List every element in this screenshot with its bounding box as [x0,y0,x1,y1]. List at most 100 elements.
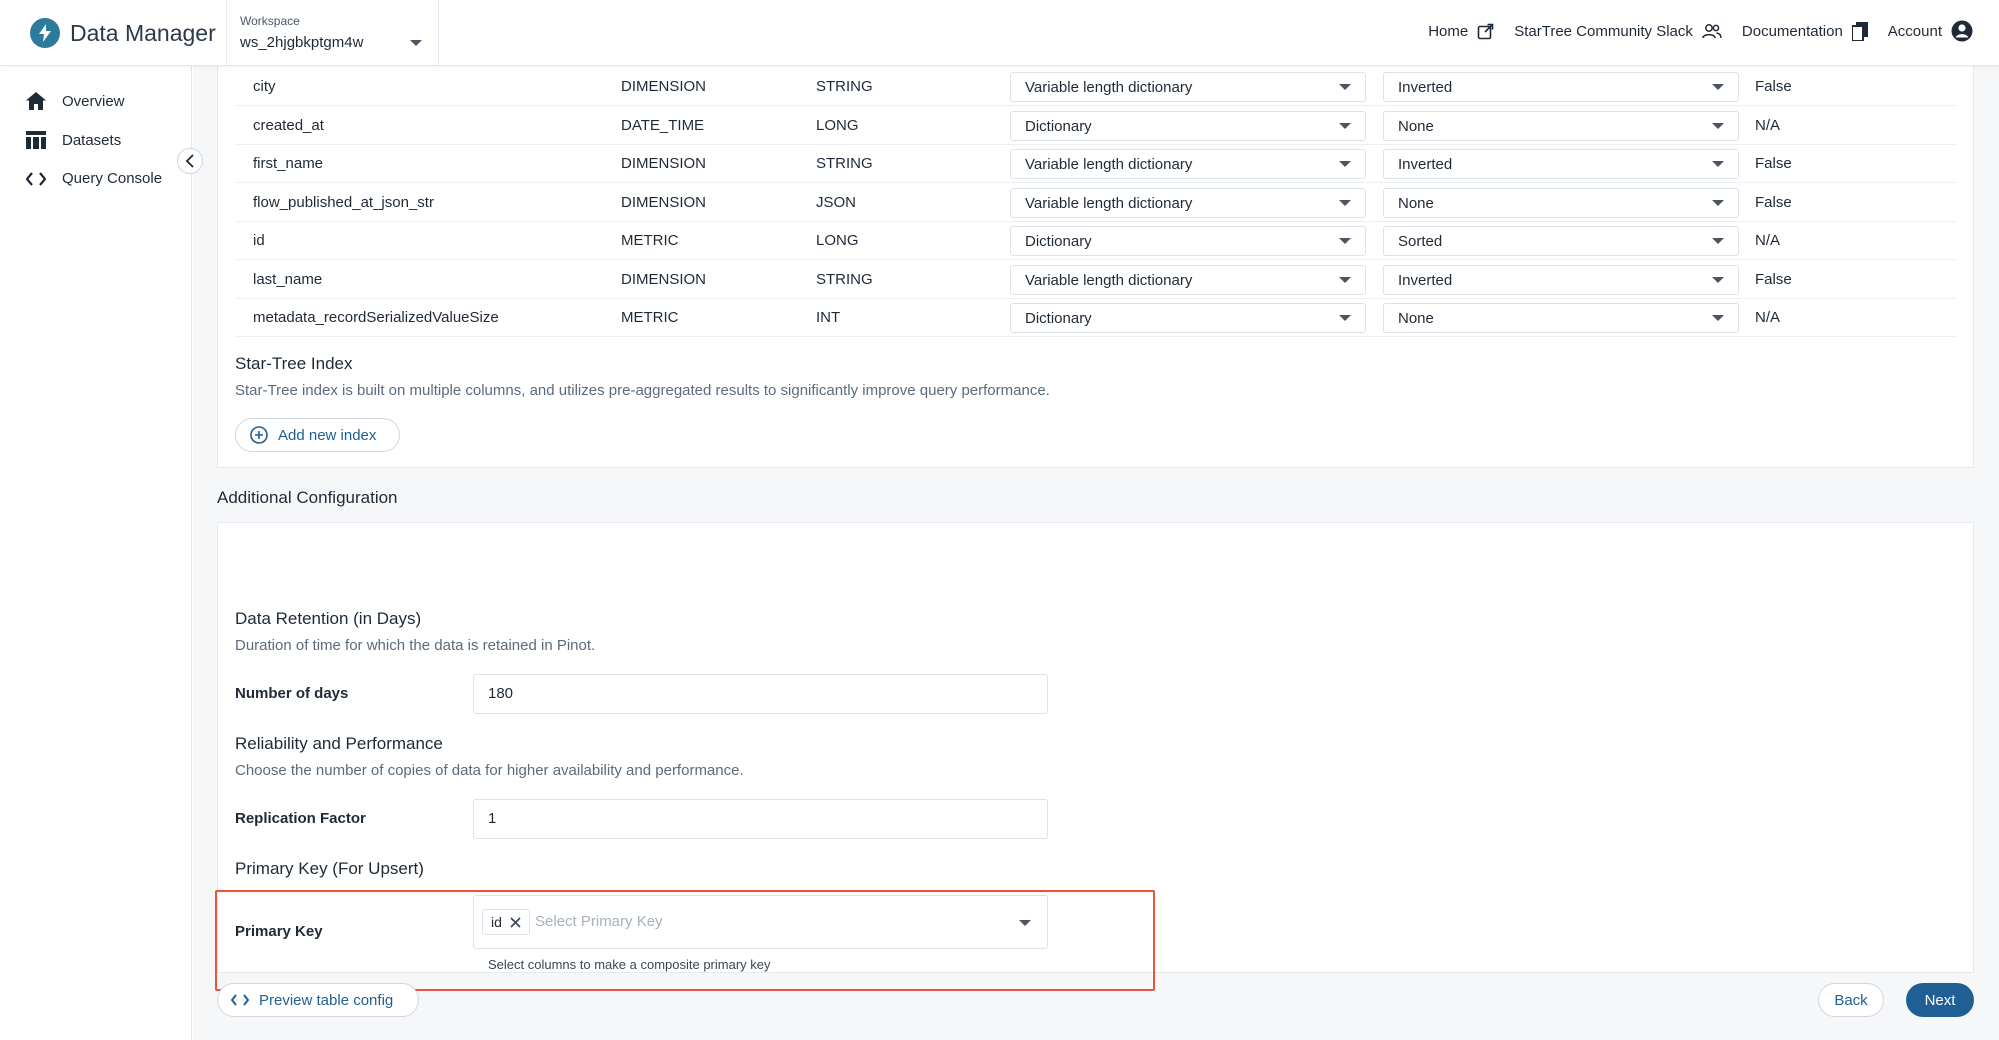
chevron-down-icon [1339,84,1351,90]
dictionary-flag: N/A [1755,309,1781,326]
number-of-days-label: Number of days [235,685,349,702]
table-row: last_name DIMENSION STRING Variable length … [236,261,1956,299]
number-of-days-input[interactable]: 180 [473,674,1048,714]
encoding-select[interactable]: Dictionary [1010,110,1366,141]
index-select[interactable]: None [1383,303,1739,333]
index-select[interactable]: None [1383,110,1739,141]
brand[interactable]: Data Manager [30,16,216,50]
additional-configuration-title: Additional Configuration [217,488,398,507]
data-type: LONG [816,116,859,134]
sidebar-item-query-console[interactable]: Query Console [26,170,162,187]
encoding-select[interactable]: Dictionary [1010,303,1366,333]
index-value: Sorted [1398,233,1443,250]
primary-key-help-text: Select columns to make a composite prima… [488,957,771,972]
column-name: flow_published_at_json_str [253,193,434,211]
documentation-link[interactable]: Documentation [1741,21,1868,41]
workspace-value: ws_2hjgbkptgm4w [240,34,364,51]
plus-circle-icon [250,426,268,444]
workspace-selector[interactable]: Workspace ws_2hjgbkptgm4w [226,0,439,65]
index-value: Inverted [1398,79,1453,96]
chevron-down-icon [1712,122,1724,129]
primary-key-placeholder: Select Primary Key [535,913,663,930]
index-value: None [1398,117,1434,135]
top-header: Data Manager Workspace ws_2hjgbkptgm4w H… [0,0,1999,66]
sidebar-item-label: Query Console [62,170,163,187]
encoding-value: Variable length dictionary [1025,79,1193,96]
chevron-down-icon [1712,238,1724,244]
top-nav: Home StarTree Community Slack Documentat… [1428,20,1973,42]
index-value: None [1398,194,1434,212]
index-select[interactable]: None [1383,187,1739,218]
sidebar: Overview Datasets Query Console [0,66,192,1040]
sidebar-item-overview[interactable]: Overview [26,92,125,110]
index-select[interactable]: Inverted [1383,72,1739,102]
sidebar-item-label: Overview [62,92,125,110]
dictionary-flag: N/A [1755,116,1781,134]
column-name: id [253,232,265,249]
field-type: METRIC [621,309,679,326]
encoding-select[interactable]: Variable length dictionary [1010,264,1366,295]
data-type: STRING [816,78,873,95]
index-select[interactable]: Inverted [1383,264,1739,295]
chevron-left-icon [185,154,194,168]
encoding-value: Variable length dictionary [1025,156,1193,173]
documentation-label: Documentation [1741,22,1843,40]
encoding-value: Dictionary [1025,233,1092,250]
index-select[interactable]: Inverted [1383,149,1739,179]
chevron-down-icon [1712,315,1724,321]
main-content: city DIMENSION STRING Variable length dicti… [193,66,1999,1040]
data-type: JSON [816,193,857,211]
lightning-logo-icon [30,18,60,48]
chevron-down-icon [1339,199,1351,206]
chevron-down-icon [1339,315,1351,321]
index-select[interactable]: Sorted [1383,226,1739,256]
encoding-select[interactable]: Variable length dictionary [1010,187,1366,218]
dictionary-flag: False [1755,78,1792,95]
home-link[interactable]: Home [1428,23,1494,40]
next-button[interactable]: Next [1906,983,1974,1017]
chevron-down-icon[interactable] [1019,920,1031,926]
encoding-select[interactable]: Variable length dictionary [1010,72,1366,102]
additional-configuration-card: Data Retention (in Days) Duration of tim… [215,522,1974,991]
external-link-icon [1477,23,1494,39]
index-value: Inverted [1398,156,1453,173]
encoding-select[interactable]: Dictionary [1010,226,1366,256]
indexing-card: city DIMENSION STRING Variable length dicti… [217,66,1974,468]
retention-description: Duration of time for which the data is r… [235,637,596,654]
primary-key-chip: id [482,909,530,935]
encoding-value: Dictionary [1025,117,1092,135]
field-type: DIMENSION [621,193,707,211]
preview-table-config-label: Preview table config [259,991,394,1009]
sidebar-item-label: Datasets [62,131,122,149]
account-menu[interactable]: Account [1888,20,1973,42]
dictionary-flag: False [1755,155,1792,172]
primary-key-select[interactable]: id Select Primary Key [473,895,1048,949]
sidebar-item-datasets[interactable]: Datasets [26,131,121,149]
users-icon [1702,24,1722,39]
replication-factor-input[interactable]: 1 [473,799,1048,839]
field-type: DATE_TIME [621,116,705,134]
index-value: None [1398,310,1434,327]
chevron-down-icon [1712,84,1724,90]
home-icon [26,92,46,110]
table-icon [26,131,46,149]
chevron-down-icon [1339,238,1351,244]
back-button[interactable]: Back [1818,983,1884,1017]
dictionary-flag: False [1755,193,1792,211]
code-icon [26,171,46,186]
community-slack-link[interactable]: StarTree Community Slack [1514,23,1722,40]
retention-title: Data Retention (in Days) [235,609,422,628]
encoding-value: Dictionary [1025,310,1092,327]
field-type: DIMENSION [621,270,707,288]
chevron-down-icon [1712,276,1724,283]
collapse-sidebar-button[interactable] [177,148,203,174]
close-icon[interactable] [510,916,521,928]
table-row: id METRIC LONG Dictionary Sorted N/A [236,222,1956,260]
dictionary-flag: N/A [1755,232,1781,249]
preview-table-config-button[interactable]: Preview table config [217,983,419,1017]
star-tree-description: Star-Tree index is built on multiple col… [235,382,1050,399]
add-new-index-button[interactable]: Add new index [235,418,400,452]
star-tree-title: Star-Tree Index [235,354,353,373]
chip-label: id [491,914,502,930]
encoding-select[interactable]: Variable length dictionary [1010,149,1366,179]
